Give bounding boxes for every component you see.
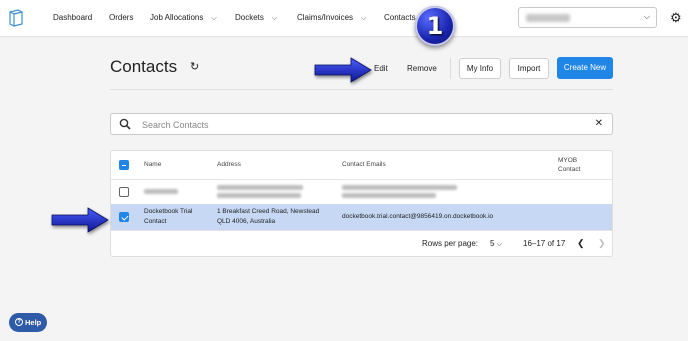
chevron-down-icon: ⌵ (271, 15, 278, 22)
my-info-button[interactable]: My Info (459, 58, 501, 79)
close-icon[interactable]: ✕ (595, 117, 603, 131)
step-number-badge: 1 (415, 6, 455, 46)
nav-contacts-label: Contacts (384, 13, 416, 22)
column-header-name: Name (144, 161, 162, 168)
business-select[interactable]: ⌵ (518, 7, 657, 28)
chevron-down-icon: ⌵ (496, 241, 502, 248)
rows-per-page-select[interactable]: 5 ⌵ (490, 239, 502, 249)
contact-email: docketbook.trial.contact@9856419.on.dock… (342, 213, 494, 220)
refresh-icon[interactable]: ↻ (190, 62, 199, 73)
column-header-myob-line1: MYOB (558, 157, 578, 164)
nav-job-allocations[interactable]: Job Allocations ⌵ (150, 0, 217, 36)
contact-address-line1: 1 Breakfast Creed Road, Newstead (217, 208, 320, 215)
search-input[interactable] (140, 116, 584, 134)
rows-per-page-value: 5 (490, 239, 495, 248)
remove-button[interactable]: Remove (401, 58, 443, 79)
nav-job-allocations-label: Job Allocations (150, 13, 204, 22)
edit-button[interactable]: Edit (368, 58, 394, 79)
table-header-row: Name Address Contact Emails MYOB Contact (111, 151, 612, 180)
page-title: Contacts (110, 57, 178, 76)
pointer-arrow-icon (51, 207, 109, 233)
contact-email-blurred (342, 185, 457, 190)
table-pagination: Rows per page: 5 ⌵ 16–17 of 17 ❮ ❯ (111, 230, 612, 256)
contact-name-blurred (144, 189, 178, 194)
import-button[interactable]: Import (509, 58, 549, 79)
row-checkbox[interactable] (119, 187, 129, 197)
column-header-myob-line2: Contact (558, 166, 581, 173)
business-name-blurred (526, 14, 570, 22)
toolbar-divider (450, 58, 451, 79)
pagination-range: 16–17 of 17 (523, 239, 566, 248)
chevron-down-icon: ⌵ (211, 15, 217, 22)
search-bar: ✕ (110, 113, 613, 135)
contact-address-blurred (217, 185, 303, 190)
chevron-right-icon[interactable]: ❯ (598, 238, 606, 248)
chevron-left-icon[interactable]: ❮ (577, 238, 585, 248)
chevron-down-icon: ⌵ (361, 15, 367, 22)
rows-per-page-label: Rows per page: (422, 239, 479, 248)
contact-name-line1: Docketbook Trial (144, 208, 193, 215)
nav-dashboard-label: Dashboard (53, 13, 93, 22)
nav-orders-label: Orders (109, 13, 134, 22)
search-icon (119, 118, 131, 130)
chevron-down-icon: ⌵ (643, 12, 650, 21)
create-new-button[interactable]: Create New (557, 57, 613, 79)
nav-dockets-label: Dockets (235, 13, 264, 22)
contact-address-line2: QLD 4006, Australia (217, 218, 276, 225)
gear-icon[interactable]: ⚙ (670, 10, 682, 26)
nav-dockets[interactable]: Dockets ⌵ (235, 0, 277, 36)
contact-address-blurred (217, 193, 301, 198)
column-header-address: Address (217, 161, 241, 168)
help-icon: ? (15, 318, 23, 326)
pointer-arrow-icon (314, 57, 372, 83)
header-divider (110, 89, 613, 90)
top-navigation-bar: Dashboard Orders Job Allocations ⌵ Docket… (0, 0, 688, 37)
contact-email-blurred (342, 193, 436, 198)
nav-claims-invoices-label: Claims/Invoices (297, 13, 354, 22)
contacts-table: Name Address Contact Emails MYOB Contact… (110, 150, 613, 257)
column-header-contact-emails: Contact Emails (342, 161, 386, 168)
row-checkbox-checked[interactable] (119, 212, 129, 222)
nav-orders[interactable]: Orders (109, 0, 133, 36)
help-label: Help (25, 318, 42, 327)
table-row[interactable] (111, 179, 612, 205)
help-button[interactable]: ? Help (9, 313, 47, 332)
nav-contacts[interactable]: Contacts (384, 0, 416, 36)
select-all-checkbox[interactable] (119, 160, 129, 170)
nav-dashboard[interactable]: Dashboard (53, 0, 92, 36)
docketbook-logo-icon[interactable] (9, 9, 23, 27)
table-row-selected[interactable]: Docketbook Trial Contact 1 Breakfast Cre… (111, 204, 612, 230)
contact-name-line2: Contact (144, 218, 167, 225)
nav-claims-invoices[interactable]: Claims/Invoices ⌵ (297, 0, 366, 36)
